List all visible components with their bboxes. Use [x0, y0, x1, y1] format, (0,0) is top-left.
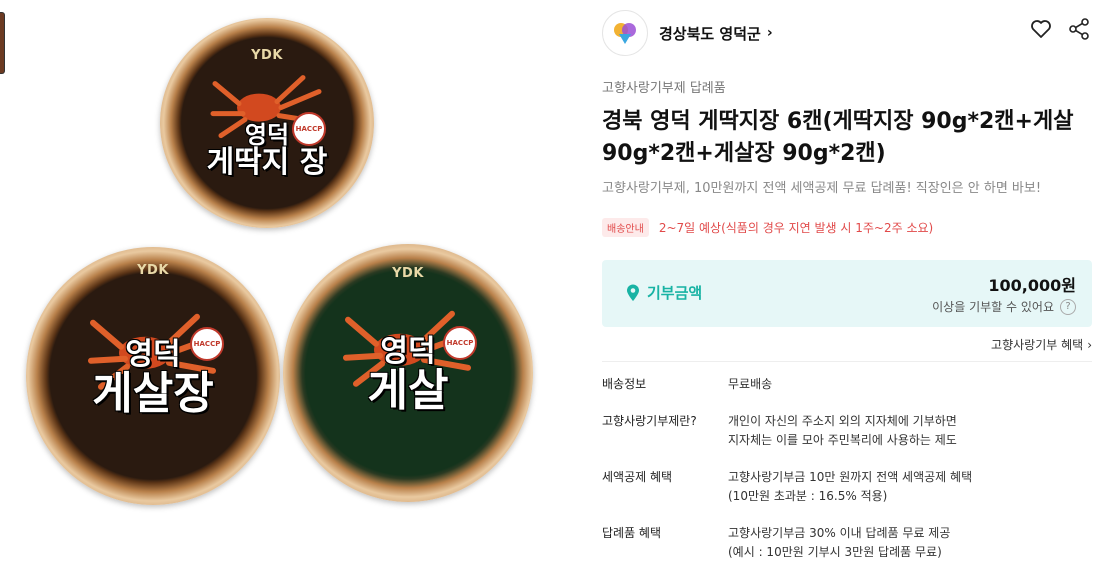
info-line: 개인이 자신의 주소지 외의 지자체에 기부하면: [728, 414, 957, 428]
product-detail-panel: 경상북도 영덕군 › 고향사랑기부제 답례품 경북 영덕 게딱지장 6캔(게딱지…: [602, 0, 1098, 566]
benefit-link[interactable]: 고향사랑기부 혜택 ›: [991, 336, 1092, 353]
can-left-line2: 게살장: [92, 367, 214, 419]
info-label: 답례품 혜택: [602, 526, 662, 540]
heart-icon[interactable]: [1030, 18, 1052, 40]
delivery-info: 배송안내 2~7일 예상(식품의 경우 지연 발생 시 1주~2주 소요): [602, 218, 933, 237]
product-image: YDK HACCP 영덕 게딱지 장 YDK HACCP 영덕 게살장 YDK …: [0, 0, 560, 566]
brand-logo: YDK: [392, 266, 424, 281]
donation-note: 이상을 기부할 수 있어요 ?: [932, 298, 1076, 315]
info-line: (예시 : 10만원 기부시 3만원 답례품 무료): [728, 545, 942, 559]
can-top-line1: 영덕: [244, 120, 290, 149]
can-right-line2: 게살: [367, 364, 449, 416]
info-row-tax-benefit: 세액공제 혜택 고향사랑기부금 10만 원까지 전액 세액공제 혜택 (10만원…: [602, 468, 1092, 506]
info-line: 고향사랑기부금 10만 원까지 전액 세액공제 혜택: [728, 470, 973, 484]
info-label: 배송정보: [602, 377, 647, 391]
info-label: 고향사랑기부제란?: [602, 414, 697, 428]
product-category: 고향사랑기부제 답례품: [602, 81, 726, 96]
can-top-line2: 게딱지 장: [206, 145, 328, 181]
seller-logo-icon: [614, 23, 636, 44]
donation-box: 기부금액 100,000원 이상을 기부할 수 있어요 ?: [602, 260, 1092, 327]
info-line: 고향사랑기부금 30% 이내 답례품 무료 제공: [728, 526, 951, 540]
location-pin-icon: [627, 284, 639, 301]
delivery-badge: 배송안내: [602, 218, 649, 237]
donation-note-text: 이상을 기부할 수 있어요: [932, 300, 1054, 314]
seller-link[interactable]: 경상북도 영덕군 ›: [602, 10, 773, 56]
delivery-text: 2~7일 예상(식품의 경우 지연 발생 시 1주~2주 소요): [658, 221, 934, 235]
can-right: YDK HACCP 영덕 게살: [283, 244, 533, 502]
divider: [602, 361, 1092, 362]
info-value: 무료배송: [728, 375, 772, 394]
info-value: 고향사랑기부금 10만 원까지 전액 세액공제 혜택 (10만원 초과분 : 1…: [728, 468, 972, 506]
seller-name-text: 경상북도 영덕군: [659, 24, 761, 43]
can-left: YDK HACCP 영덕 게살장: [26, 247, 280, 505]
share-icon[interactable]: [1068, 18, 1090, 40]
info-value: 고향사랑기부금 30% 이내 답례품 무료 제공 (예시 : 10만원 기부시 …: [728, 524, 950, 562]
donation-amount: 100,000원: [988, 276, 1076, 295]
can-left-line1: 영덕: [125, 337, 181, 372]
can-right-line1: 영덕: [380, 334, 436, 369]
benefit-link-text: 고향사랑기부 혜택: [991, 338, 1084, 352]
info-value: 개인이 자신의 주소지 외의 지자체에 기부하면 지자체는 이를 모아 주민복리…: [728, 412, 957, 450]
help-icon[interactable]: ?: [1060, 298, 1076, 315]
brand-logo: YDK: [251, 48, 283, 63]
can-left-label: 영덕 게살장: [26, 339, 280, 417]
info-line: 지자체는 이를 모아 주민복리에 사용하는 제도: [728, 433, 957, 447]
can-top-label: 영덕 게딱지 장: [160, 122, 374, 179]
product-subtitle: 고향사랑기부제, 10만원까지 전액 세액공제 무료 답례품! 직장인은 안 하…: [602, 181, 1042, 196]
info-row-gift-benefit: 답례품 혜택 고향사랑기부금 30% 이내 답례품 무료 제공 (예시 : 10…: [602, 524, 1092, 562]
top-actions: [1030, 18, 1090, 40]
info-line: (10만원 초과분 : 16.5% 적용): [728, 489, 888, 503]
chevron-right-icon: ›: [1087, 337, 1092, 352]
can-top: YDK HACCP 영덕 게딱지 장: [160, 18, 374, 228]
product-title: 경북 영덕 게딱지장 6캔(게딱지장 90g*2캔+게살 90g*2캔+게살장 …: [602, 109, 1074, 166]
info-label: 세액공제 혜택: [602, 470, 673, 484]
seller-name[interactable]: 경상북도 영덕군 ›: [659, 23, 773, 44]
can-right-label: 영덕 게살: [283, 336, 533, 414]
donation-label: 기부금액: [626, 282, 702, 303]
info-row-shipping: 배송정보 무료배송: [602, 375, 1092, 394]
brand-logo: YDK: [137, 263, 169, 278]
info-line: 무료배송: [728, 377, 773, 391]
donation-label-text: 기부금액: [647, 284, 703, 302]
chevron-right-icon: ›: [766, 25, 773, 41]
thumbnail-edge[interactable]: [0, 12, 5, 74]
seller-logo: [602, 10, 648, 56]
info-row-what-is: 고향사랑기부제란? 개인이 자신의 주소지 외의 지자체에 기부하면 지자체는 …: [602, 412, 1092, 450]
